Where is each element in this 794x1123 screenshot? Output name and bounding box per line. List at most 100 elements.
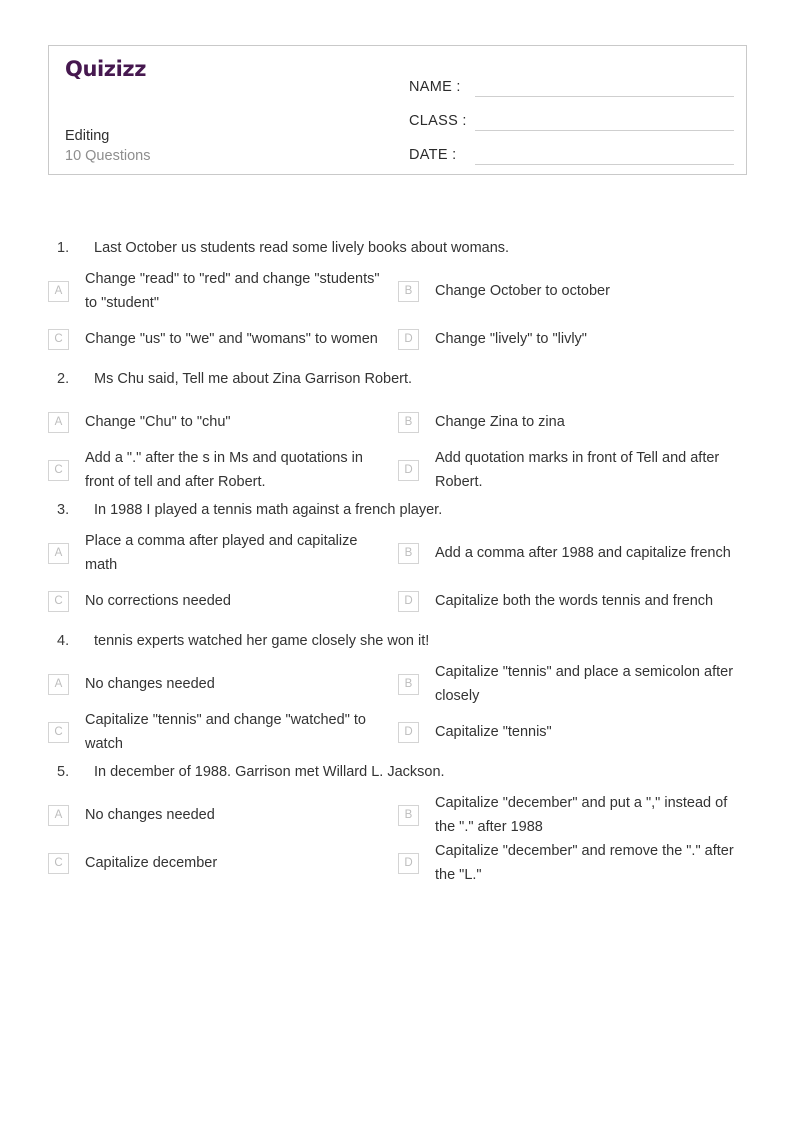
class-field-row: CLASS :	[409, 97, 734, 131]
option-text: Capitalize "december" and put a "," inst…	[435, 795, 728, 835]
option-text: Capitalize "december" and remove the "."…	[435, 843, 734, 883]
answer-option[interactable]: B Capitalize "tennis" and place a semicol…	[398, 660, 748, 708]
answer-option[interactable]: B Change Zina to zina	[398, 398, 748, 446]
answer-option[interactable]: D Capitalize "tennis"	[398, 708, 748, 756]
option-letter-box[interactable]: D	[398, 852, 419, 874]
options-grid: A No changes needed B Capitalize "tennis" a…	[0, 660, 794, 762]
option-letter-box[interactable]: D	[398, 721, 419, 743]
options-grid: A Change "Chu" to "chu" B Change Zina to zi…	[0, 398, 794, 500]
option-text: Capitalize december	[85, 855, 218, 871]
option-text: Change "Chu" to "chu"	[85, 414, 231, 430]
options-grid: A Place a comma after played and capitali…	[0, 529, 794, 631]
option-letter-box[interactable]: A	[48, 280, 69, 302]
option-letter-box[interactable]: B	[398, 411, 419, 433]
option-letter-box[interactable]: C	[48, 459, 69, 481]
answer-option[interactable]: C Capitalize "tennis" and change "watched…	[48, 708, 398, 756]
answer-option[interactable]: A Change "read" to "red" and change "stud…	[48, 267, 398, 315]
question-header: 2. Ms Chu said, Tell me about Zina Garris…	[0, 369, 794, 389]
option-letter-box[interactable]: B	[398, 804, 419, 826]
question-block: 1. Last October us students read some liv…	[0, 238, 794, 369]
question-header: 3. In 1988 I played a tennis math against…	[0, 500, 794, 520]
option-text: Change October to october	[435, 283, 610, 299]
option-text: Change "read" to "red" and change "stude…	[85, 271, 380, 311]
question-number: 2.	[57, 371, 70, 387]
option-text: Change "us" to "we" and "womans" to wome…	[85, 331, 378, 347]
question-number: 3.	[57, 502, 70, 518]
name-field-input[interactable]	[475, 75, 734, 97]
answer-option[interactable]: A No changes needed	[48, 791, 398, 839]
option-text: Change "lively" to "livly"	[435, 331, 587, 347]
question-text: Ms Chu said, Tell me about Zina Garrison…	[94, 371, 413, 387]
option-letter-box[interactable]: D	[398, 459, 419, 481]
question-block: 2. Ms Chu said, Tell me about Zina Garris…	[0, 369, 794, 500]
worksheet-header: Quizizz Editing 10 Questions NAME : CLAS…	[48, 45, 747, 175]
option-text: Capitalize "tennis" and place a semicolo…	[435, 664, 734, 704]
option-letter-box[interactable]: A	[48, 542, 69, 564]
answer-option[interactable]: D Change "lively" to "livly"	[398, 315, 748, 363]
answer-option[interactable]: A Place a comma after played and capitali…	[48, 529, 398, 577]
option-text: No changes needed	[85, 676, 215, 692]
answer-option[interactable]: A Change "Chu" to "chu"	[48, 398, 398, 446]
answer-option[interactable]: C Add a "." after the s in Ms and quotati…	[48, 446, 398, 494]
class-field-input[interactable]	[475, 109, 734, 131]
option-letter-box[interactable]: A	[48, 804, 69, 826]
option-text: No changes needed	[85, 807, 215, 823]
question-text: In 1988 I played a tennis math against a…	[94, 502, 443, 518]
option-letter-box[interactable]: D	[398, 328, 419, 350]
answer-option[interactable]: D Add quotation marks in front of Tell an…	[398, 446, 748, 494]
options-grid: A Change "read" to "red" and change "stud…	[0, 267, 794, 369]
question-text: In december of 1988. Garrison met Willar…	[94, 764, 445, 780]
question-number: 5.	[57, 764, 70, 780]
option-text: Capitalize "tennis" and change "watched"…	[85, 712, 366, 752]
class-field-label: CLASS :	[409, 113, 467, 129]
date-field-row: DATE :	[409, 131, 734, 165]
question-text: Last October us students read some livel…	[94, 240, 510, 256]
option-text: Add a "." after the s in Ms and quotatio…	[85, 450, 363, 490]
answer-option[interactable]: C No corrections needed	[48, 577, 398, 625]
option-letter-box[interactable]: C	[48, 590, 69, 612]
question-text: tennis experts watched her game closely …	[94, 633, 430, 649]
worksheet-page: Quizizz Editing 10 Questions NAME : CLAS…	[0, 0, 794, 1123]
question-header: 5. In december of 1988. Garrison met Will…	[0, 762, 794, 782]
option-letter-box[interactable]: C	[48, 721, 69, 743]
student-info-fields: NAME : CLASS : DATE :	[409, 46, 746, 174]
option-text: Capitalize both the words tennis and fre…	[435, 593, 714, 609]
answer-option[interactable]: B Add a comma after 1988 and capitalize f…	[398, 529, 748, 577]
date-field-input[interactable]	[475, 143, 734, 165]
option-text: Place a comma after played and capitaliz…	[85, 533, 358, 573]
question-count-label: 10 Questions	[65, 148, 151, 164]
option-letter-box[interactable]: A	[48, 411, 69, 433]
option-letter-box[interactable]: C	[48, 852, 69, 874]
answer-option[interactable]: A No changes needed	[48, 660, 398, 708]
answer-option[interactable]: B Capitalize "december" and put a "," ins…	[398, 791, 748, 839]
option-text: Change Zina to zina	[435, 414, 565, 430]
header-left-panel: Quizizz Editing 10 Questions	[49, 46, 409, 174]
page-title: Editing	[65, 128, 110, 144]
option-text: Add quotation marks in front of Tell and…	[435, 450, 720, 490]
answer-option[interactable]: D Capitalize both the words tennis and fr…	[398, 577, 748, 625]
option-letter-box[interactable]: B	[398, 673, 419, 695]
answer-option[interactable]: D Capitalize "december" and remove the ".…	[398, 839, 748, 887]
option-letter-box[interactable]: B	[398, 280, 419, 302]
option-letter-box[interactable]: D	[398, 590, 419, 612]
question-block: 3. In 1988 I played a tennis math against…	[0, 500, 794, 631]
name-field-row: NAME :	[409, 63, 734, 97]
option-letter-box[interactable]: C	[48, 328, 69, 350]
question-header: 4. tennis experts watched her game closel…	[0, 631, 794, 651]
date-field-label: DATE :	[409, 147, 457, 163]
question-number: 1.	[57, 240, 70, 256]
option-text: Capitalize "tennis"	[435, 724, 552, 740]
option-letter-box[interactable]: A	[48, 673, 69, 695]
questions-list: 1. Last October us students read some liv…	[0, 238, 794, 893]
answer-option[interactable]: C Change "us" to "we" and "womans" to wom…	[48, 315, 398, 363]
quizizz-logo: Quizizz	[65, 57, 147, 81]
question-number: 4.	[57, 633, 70, 649]
options-grid: A No changes needed B Capitalize "december"…	[0, 791, 794, 893]
question-block: 5. In december of 1988. Garrison met Will…	[0, 762, 794, 893]
name-field-label: NAME :	[409, 79, 461, 95]
option-letter-box[interactable]: B	[398, 542, 419, 564]
option-text: Add a comma after 1988 and capitalize fr…	[435, 545, 731, 561]
question-block: 4. tennis experts watched her game closel…	[0, 631, 794, 762]
answer-option[interactable]: C Capitalize december	[48, 839, 398, 887]
answer-option[interactable]: B Change October to october	[398, 267, 748, 315]
